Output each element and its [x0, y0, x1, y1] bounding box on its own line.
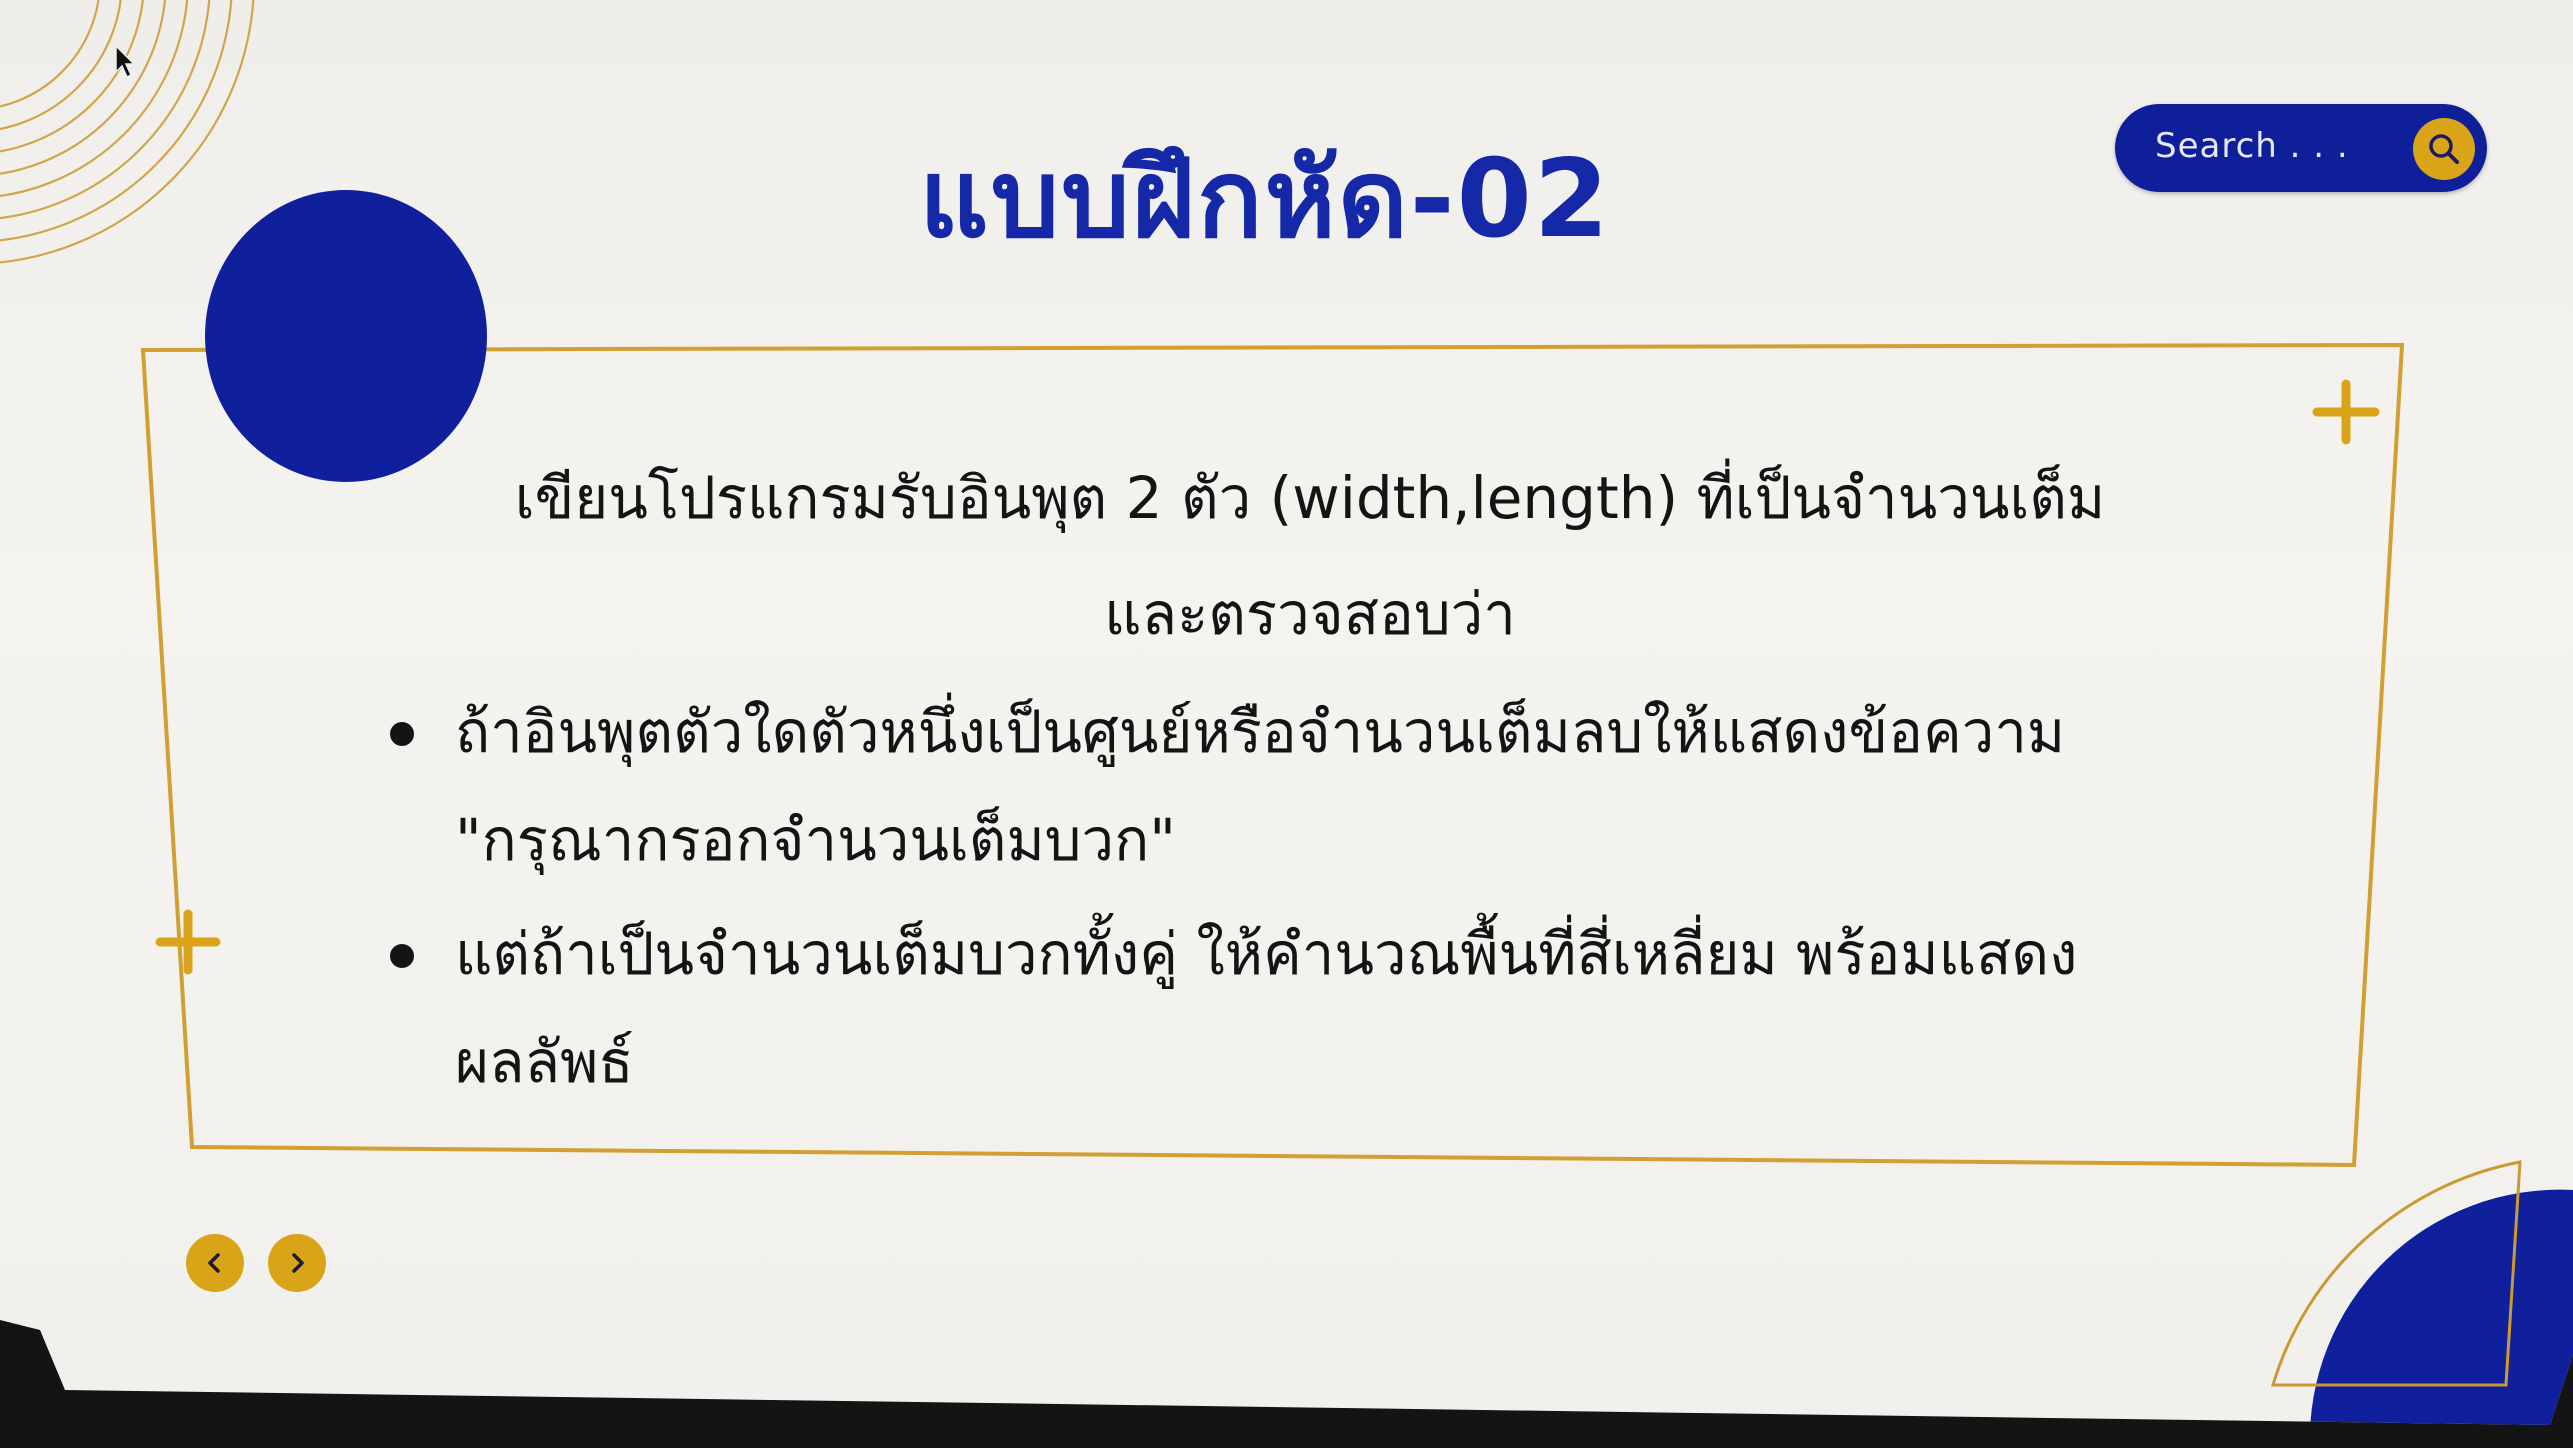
instruction-line-1: เขียนโปรแกรมรับอินพุต 2 ตัว (width,lengt… — [514, 464, 2106, 532]
list-item-line-2: "กรุณากรอกจำนวนเต็มบวก" — [455, 806, 1176, 874]
instruction-text: เขียนโปรแกรมรับอินพุต 2 ตัว (width,lengt… — [360, 440, 2260, 672]
mouse-cursor-icon — [115, 44, 136, 79]
list-item-line-2: ผลลัพธ์ — [455, 1028, 634, 1096]
condition-list: ถ้าอินพุตตัวใดตัวหนึ่งเป็นศูนย์หรือจำนวน… — [360, 678, 2260, 1116]
list-item-line-1: ถ้าอินพุตตัวใดตัวหนึ่งเป็นศูนย์หรือจำนวน… — [455, 698, 2066, 766]
bullet-icon — [390, 722, 414, 746]
next-slide-button[interactable] — [268, 1234, 326, 1292]
bullet-icon — [390, 944, 414, 968]
list-item: ถ้าอินพุตตัวใดตัวหนึ่งเป็นศูนย์หรือจำนวน… — [360, 678, 2260, 894]
instruction-line-2: และตรวจสอบว่า — [1104, 580, 1516, 648]
previous-slide-button[interactable] — [186, 1234, 244, 1292]
list-item: แต่ถ้าเป็นจำนวนเต็มบวกทั้งคู่ ให้คำนวณพื… — [360, 900, 2260, 1116]
chevron-left-icon — [208, 1253, 220, 1273]
list-item-line-1: แต่ถ้าเป็นจำนวนเต็มบวกทั้งคู่ ให้คำนวณพื… — [455, 920, 2078, 988]
screen: แบบฝึกหัด-02 Search . . . เขียนโปรแกรมรั… — [0, 0, 2573, 1448]
slide-content: เขียนโปรแกรมรับอินพุต 2 ตัว (width,lengt… — [360, 440, 2260, 1116]
presentation-slide: แบบฝึกหัด-02 Search . . . เขียนโปรแกรมรั… — [0, 0, 2573, 1425]
chevron-right-icon — [292, 1253, 304, 1273]
